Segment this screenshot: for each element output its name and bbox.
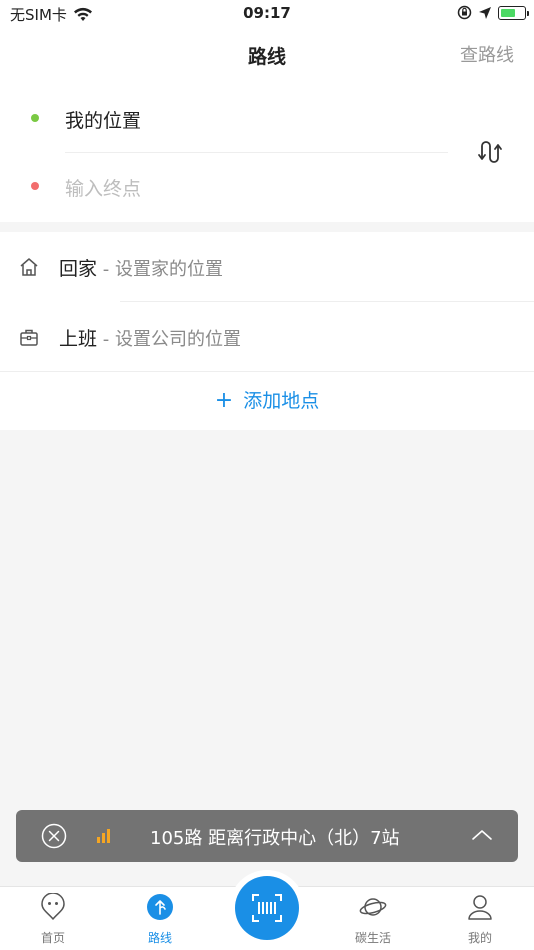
scan-icon: [252, 894, 282, 922]
tab-carbon-label: 碳生活: [354, 931, 391, 945]
work-label: 上班: [59, 328, 98, 350]
signal-icon: [97, 829, 110, 843]
location-arrow-icon: [479, 6, 491, 19]
nav-bar: 路线 查路线: [0, 30, 534, 80]
scan-button[interactable]: [235, 876, 299, 940]
status-right: [457, 5, 529, 20]
home-place-row[interactable]: 回家 - 设置家的位置: [0, 232, 534, 301]
page-title: 路线: [247, 46, 286, 68]
work-hint: - 设置公司的位置: [97, 329, 241, 350]
route-card: 我的位置 输入终点: [0, 80, 534, 222]
destination-input[interactable]: 输入终点: [0, 152, 460, 220]
tab-mine-label: 我的: [467, 931, 492, 945]
home-bubble-icon: [41, 893, 65, 920]
start-location-label: 我的位置: [65, 110, 142, 132]
search-route-button[interactable]: 查路线: [460, 41, 514, 67]
status-bar: 无SIM卡 09:17: [0, 0, 534, 30]
home-label: 回家: [59, 258, 98, 280]
start-dot-icon: [31, 114, 39, 122]
work-place-row[interactable]: 上班 - 设置公司的位置: [0, 302, 534, 371]
tab-carbon-life[interactable]: 碳生活: [333, 887, 413, 950]
route-icon: [147, 894, 173, 920]
add-place-button[interactable]: + 添加地点: [0, 372, 534, 430]
plus-icon: +: [214, 388, 234, 413]
planet-icon: [359, 898, 387, 916]
add-place-label: 添加地点: [243, 390, 320, 412]
swap-route-icon[interactable]: [472, 134, 508, 170]
tab-route-label: 路线: [147, 931, 172, 945]
bus-arrival-text: 105路 距离行政中心（北）7站: [150, 828, 400, 849]
briefcase-icon: [20, 329, 38, 346]
tab-mine[interactable]: 我的: [440, 887, 520, 950]
user-icon: [468, 895, 492, 920]
destination-placeholder: 输入终点: [65, 178, 142, 200]
home-icon: [20, 258, 38, 276]
places-card: 回家 - 设置家的位置 上班 - 设置公司的位置 + 添加地点: [0, 232, 534, 430]
scan-button-wrap: [229, 870, 305, 946]
battery-icon: [498, 5, 529, 20]
close-circle-icon[interactable]: [41, 823, 67, 849]
bus-arrival-banner[interactable]: 105路 距离行政中心（北）7站: [16, 810, 518, 862]
tab-home-label: 首页: [40, 931, 65, 945]
tab-home[interactable]: 首页: [13, 887, 93, 950]
start-location-field[interactable]: 我的位置: [0, 84, 460, 152]
chevron-up-icon[interactable]: [471, 826, 493, 844]
tab-route[interactable]: 路线: [120, 887, 200, 950]
rotation-lock-icon: [457, 5, 472, 20]
end-dot-icon: [31, 182, 39, 190]
home-hint: - 设置家的位置: [97, 259, 223, 280]
status-time: 09:17: [243, 4, 291, 22]
